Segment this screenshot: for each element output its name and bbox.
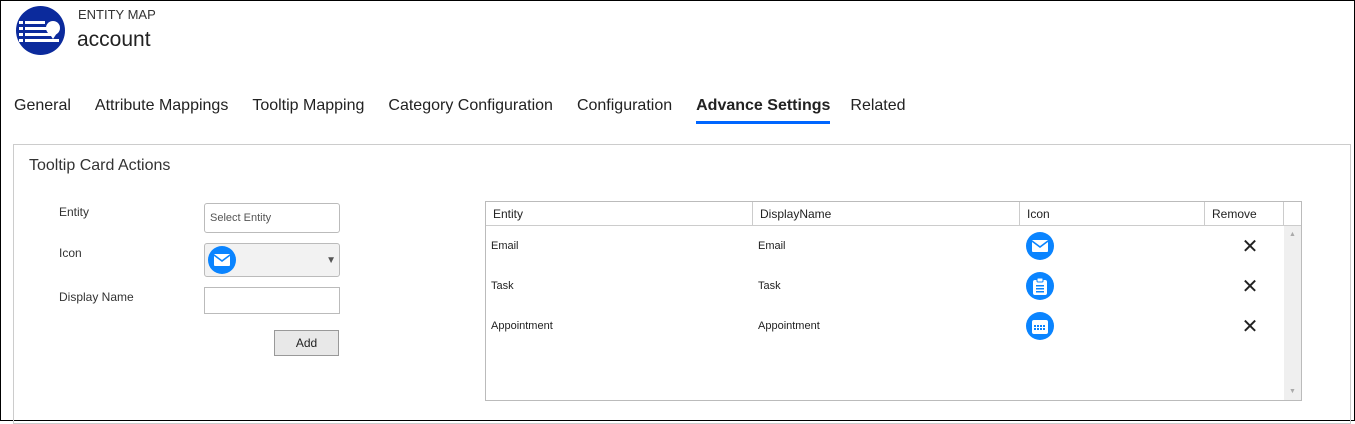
tab-tooltip-mapping[interactable]: Tooltip Mapping <box>252 97 364 124</box>
calendar-icon <box>1026 312 1054 340</box>
record-title: account <box>77 28 151 51</box>
entity-map-logo-icon <box>16 6 65 55</box>
cell-entity: Email <box>491 240 519 252</box>
entity-select[interactable]: Select Entity <box>204 203 340 233</box>
tab-advance-settings[interactable]: Advance Settings <box>696 97 831 124</box>
cell-display-name: Task <box>758 280 781 292</box>
scroll-up-arrow-icon[interactable]: ▲ <box>1284 231 1301 238</box>
tab-general[interactable]: General <box>14 97 71 124</box>
table-row: Appointment Appointment ✕ <box>486 306 1290 346</box>
email-icon <box>208 246 236 274</box>
remove-icon[interactable]: ✕ <box>1210 314 1290 339</box>
panel-title: Tooltip Card Actions <box>29 157 171 174</box>
scroll-down-arrow-icon[interactable]: ▼ <box>1284 388 1301 395</box>
remove-icon[interactable]: ✕ <box>1210 274 1290 299</box>
tooltip-card-actions-panel: Tooltip Card Actions Entity Select Entit… <box>13 144 1351 424</box>
grid-scrollbar[interactable]: ▲ ▼ <box>1284 226 1301 400</box>
remove-icon[interactable]: ✕ <box>1210 234 1290 259</box>
clipboard-icon <box>1026 272 1054 300</box>
column-header-icon[interactable]: Icon <box>1020 202 1205 225</box>
icon-select[interactable]: ▼ <box>204 243 340 277</box>
tab-related[interactable]: Related <box>850 97 905 124</box>
entity-label: Entity <box>59 205 90 219</box>
display-name-label: Display Name <box>59 290 134 304</box>
entity-type-label: ENTITY MAP <box>78 7 156 22</box>
cell-display-name: Email <box>758 240 786 252</box>
display-name-input[interactable] <box>204 287 340 314</box>
column-header-remove[interactable]: Remove <box>1205 202 1284 225</box>
grid-header: Entity DisplayName Icon Remove <box>486 202 1301 226</box>
cell-display-name: Appointment <box>758 320 820 332</box>
icon-label: Icon <box>59 246 82 260</box>
column-header-entity[interactable]: Entity <box>486 202 753 225</box>
actions-grid: Entity DisplayName Icon Remove Email Ema… <box>485 201 1302 401</box>
tab-attribute-mappings[interactable]: Attribute Mappings <box>95 97 228 124</box>
tab-configuration[interactable]: Configuration <box>577 97 672 124</box>
email-icon <box>1026 232 1054 260</box>
chevron-down-icon: ▼ <box>326 254 336 266</box>
tab-category-configuration[interactable]: Category Configuration <box>388 97 553 124</box>
table-row: Email Email ✕ <box>486 226 1290 266</box>
tab-bar: General Attribute Mappings Tooltip Mappi… <box>14 97 930 124</box>
cell-entity: Task <box>491 280 514 292</box>
table-row: Task Task ✕ <box>486 266 1290 306</box>
cell-entity: Appointment <box>491 320 553 332</box>
add-button[interactable]: Add <box>274 330 339 356</box>
column-header-displayname[interactable]: DisplayName <box>753 202 1020 225</box>
